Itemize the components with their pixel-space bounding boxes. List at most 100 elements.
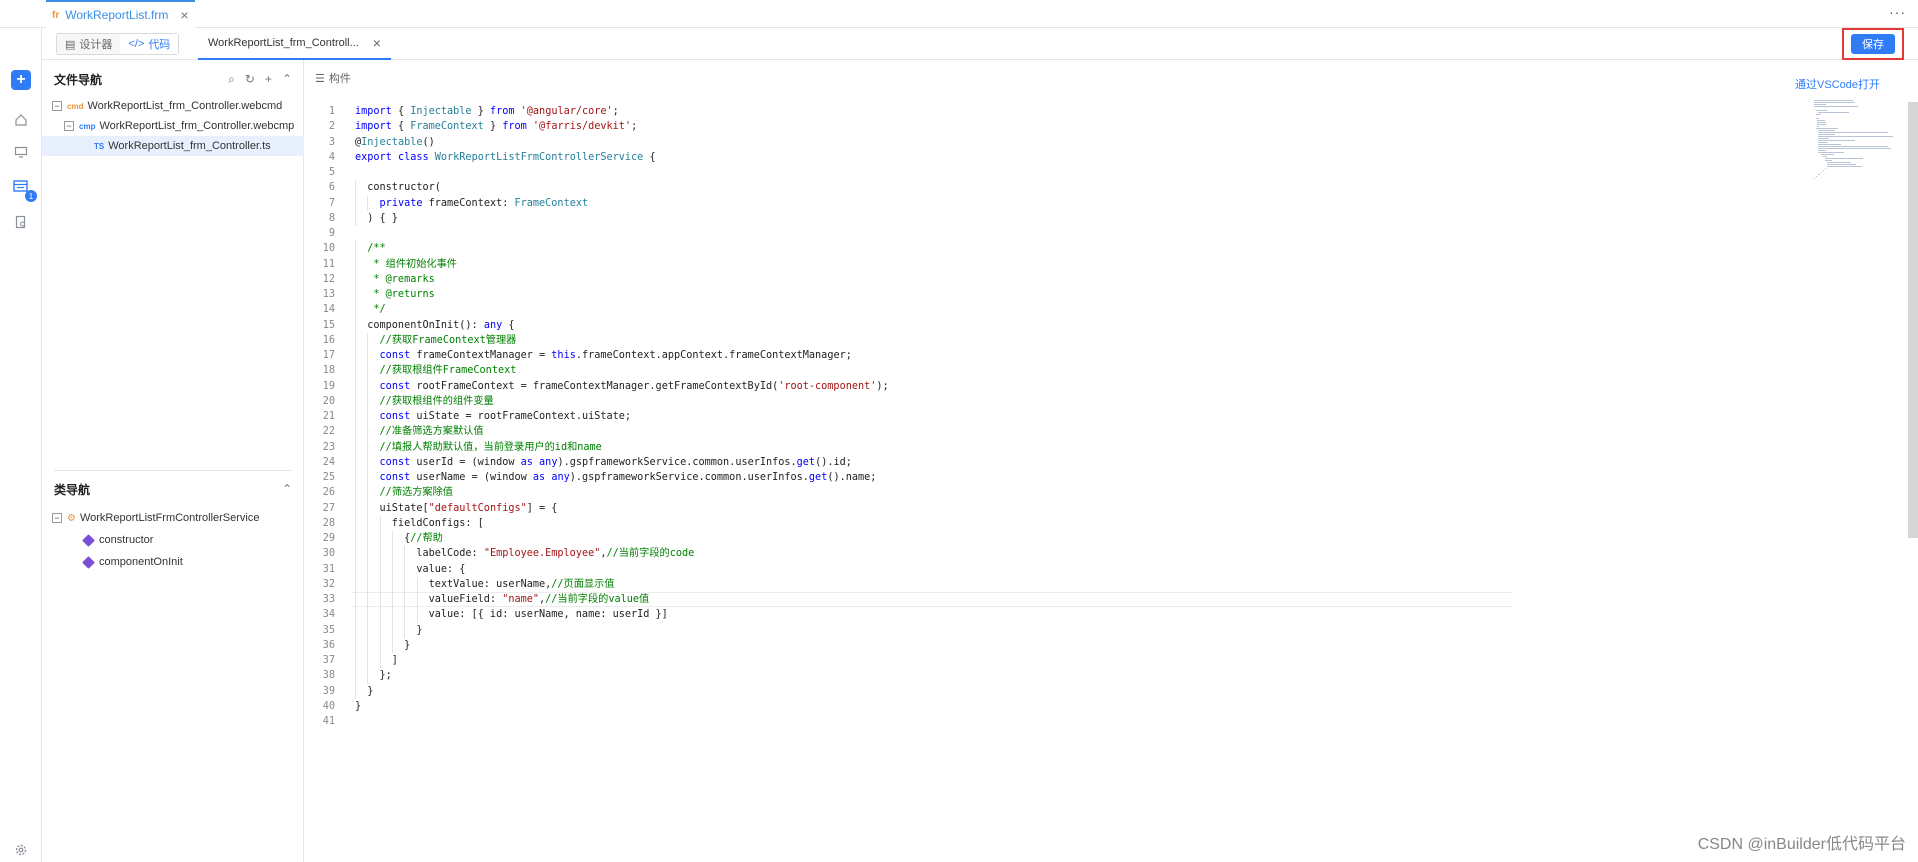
tree-item-webcmd[interactable]: − cmd WorkReportList_frm_Controller.webc…	[42, 96, 304, 116]
class-tree-item[interactable]: − ⚙ WorkReportListFrmControllerService	[42, 508, 304, 528]
refresh-icon[interactable]: ↻	[245, 72, 255, 87]
code-line[interactable]: fieldConfigs: [	[355, 516, 484, 531]
minimap-line	[1818, 136, 1894, 137]
code-line[interactable]: }	[355, 699, 361, 714]
code-line[interactable]: const userName = (window as any).gspfram…	[355, 470, 877, 485]
cmp-file-icon: cmp	[79, 121, 96, 131]
indent-guide	[367, 637, 369, 653]
open-in-vscode-link[interactable]: 通过VSCode打开	[1795, 76, 1880, 92]
minimap[interactable]	[1814, 100, 1904, 190]
file-tab[interactable]: fr WorkReportList.frm ×	[46, 0, 195, 28]
code-line[interactable]: @Injectable()	[355, 135, 435, 150]
code-file-tab[interactable]: WorkReportList_frm_Controll... ×	[198, 28, 391, 60]
close-icon[interactable]: ×	[373, 35, 381, 51]
line-number: 14	[322, 304, 335, 316]
code-file-tab-name[interactable]: WorkReportList_frm_Controll...	[208, 37, 359, 49]
save-highlight-box: 保存	[1842, 28, 1904, 60]
minimap-line	[1818, 146, 1888, 147]
minimap-line	[1820, 154, 1835, 155]
minimap-line	[1825, 160, 1833, 161]
minimap-line	[1817, 124, 1827, 125]
code-line[interactable]: const frameContextManager = this.frameCo…	[355, 348, 852, 363]
search-icon[interactable]: ⌕	[228, 72, 235, 87]
code-line[interactable]: value: {	[355, 562, 465, 577]
code-line[interactable]: */	[355, 302, 385, 317]
save-button[interactable]: 保存	[1851, 34, 1895, 54]
code-line[interactable]: uiState["defaultConfigs"] = {	[355, 501, 558, 516]
code-line[interactable]: textValue: userName,//页面显示值	[355, 577, 615, 592]
indent-guide	[404, 607, 406, 623]
component-button[interactable]: ☰ 构件	[315, 70, 351, 86]
code-line[interactable]: private frameContext: FrameContext	[355, 196, 589, 211]
home-icon[interactable]	[11, 110, 31, 130]
minimap-line	[1818, 174, 1821, 175]
code-line[interactable]: * @remarks	[355, 272, 434, 287]
code-line[interactable]: const rootFrameContext = frameContextMan…	[355, 379, 889, 394]
code-line[interactable]: const uiState = rootFrameContext.uiState…	[355, 409, 631, 424]
indent-guide	[355, 637, 356, 653]
code-line[interactable]: value: [{ id: userName, name: userId }]	[355, 607, 668, 622]
code-line[interactable]: * @returns	[355, 287, 434, 302]
indent-guide	[355, 302, 356, 318]
add-icon[interactable]: +	[11, 70, 31, 90]
indent-guide	[404, 546, 406, 562]
minimap-line	[1817, 122, 1827, 123]
code-line[interactable]: //获取根组件FrameContext	[355, 363, 517, 378]
code-line[interactable]: labelCode: "Employee.Employee",//当前字段的co…	[355, 546, 694, 561]
member-item-constructor[interactable]: constructor	[42, 530, 304, 550]
code-line[interactable]: }	[355, 638, 410, 653]
code-line[interactable]: constructor(	[355, 180, 441, 195]
code-line[interactable]: import { Injectable } from '@angular/cor…	[355, 104, 619, 119]
tree-item-ts[interactable]: TS WorkReportList_frm_Controller.ts	[42, 136, 304, 156]
code-line[interactable]: //筛选方案除值	[355, 485, 453, 500]
code-line[interactable]: //准备筛选方案默认值	[355, 424, 484, 439]
collapse-toggle-icon[interactable]: −	[52, 513, 62, 523]
code-line[interactable]: export class WorkReportListFrmController…	[355, 150, 656, 165]
minimap-line	[1818, 148, 1892, 149]
code-line[interactable]: //填报人帮助默认值，当前登录用户的id和name	[355, 440, 602, 455]
member-item-componentoninit[interactable]: componentOnInit	[42, 552, 304, 572]
close-icon[interactable]: ×	[180, 7, 188, 23]
code-line[interactable]: * 组件初始化事件	[355, 257, 457, 272]
explorer-icon[interactable]: 1	[11, 176, 37, 202]
code-line[interactable]: /**	[355, 241, 385, 256]
indent-guide	[391, 576, 393, 592]
indent-guide	[367, 378, 369, 394]
add-icon[interactable]: +	[265, 72, 272, 87]
code-mode-button[interactable]: </> 代码	[120, 34, 179, 54]
indent-guide	[355, 485, 356, 501]
code-line[interactable]: //获取FrameContext管理器	[355, 333, 517, 348]
settings-gear-icon[interactable]	[11, 840, 31, 860]
collapse-toggle-icon[interactable]: −	[64, 121, 74, 131]
more-icon[interactable]: ···	[1889, 4, 1906, 20]
monitor-icon[interactable]	[11, 142, 31, 162]
indent-guide	[367, 561, 369, 577]
designer-mode-button[interactable]: ▤ 设计器	[57, 34, 121, 54]
code-line[interactable]: const userId = (window as any).gspframew…	[355, 455, 852, 470]
chevron-up-icon[interactable]: ⌃	[282, 72, 292, 87]
line-number: 3	[328, 136, 335, 148]
document-search-icon[interactable]	[11, 212, 31, 232]
tree-item-webcmp[interactable]: − cmp WorkReportList_frm_Controller.webc…	[42, 116, 304, 136]
indent-guide	[416, 607, 418, 623]
code-line[interactable]: }	[355, 623, 422, 638]
code-editor[interactable]: ☰ 构件 通过VSCode打开 1 import { Injectable } f…	[305, 60, 1918, 862]
code-line[interactable]: };	[355, 668, 392, 683]
code-line[interactable]: ]	[355, 653, 398, 668]
code-line[interactable]: componentOnInit(): any {	[355, 318, 514, 333]
indent-guide	[367, 363, 369, 379]
code-line[interactable]: }	[355, 684, 373, 699]
collapse-toggle-icon[interactable]: −	[52, 101, 62, 111]
line-number: 19	[322, 380, 335, 392]
code-line[interactable]: valueField: "name",//当前字段的value值	[355, 592, 650, 607]
vertical-scrollbar[interactable]	[1908, 102, 1918, 538]
line-number: 32	[322, 578, 335, 590]
class-nav-title: 类导航	[54, 482, 91, 497]
file-tab-name[interactable]: WorkReportList.frm	[65, 8, 168, 22]
code-line[interactable]: //获取根组件的组件变量	[355, 394, 494, 409]
indent-guide	[367, 409, 369, 425]
class-nav-header: 类导航 ⌃	[42, 476, 304, 502]
code-line[interactable]: ) { }	[355, 211, 398, 226]
code-line[interactable]: import { FrameContext } from '@farris/de…	[355, 119, 637, 134]
chevron-up-icon[interactable]: ⌃	[282, 482, 292, 496]
